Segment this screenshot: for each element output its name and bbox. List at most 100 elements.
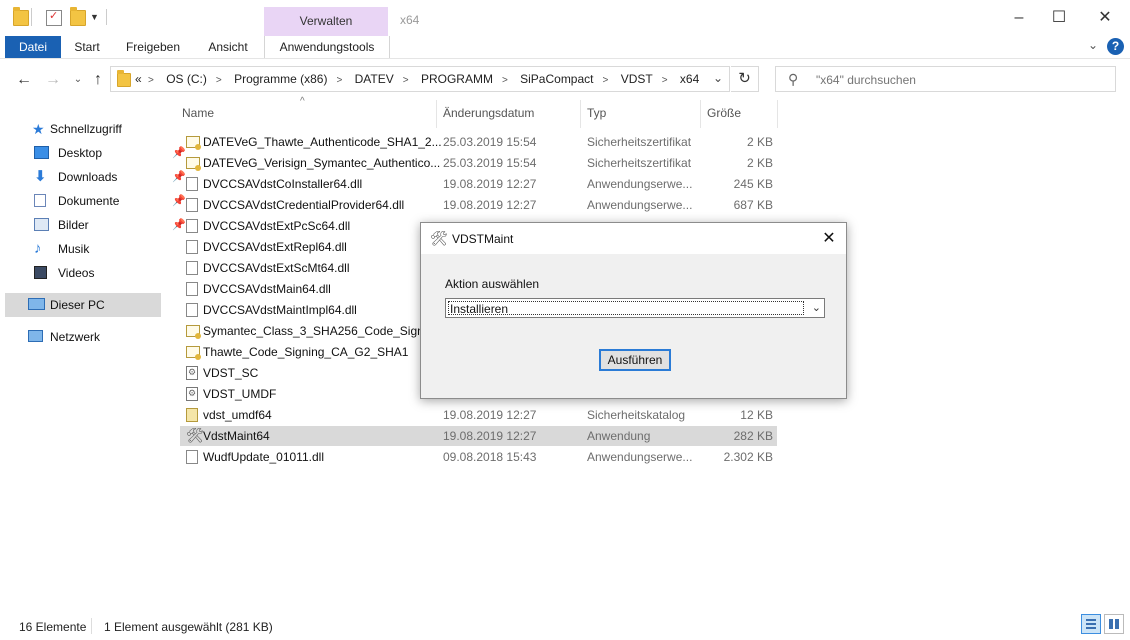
file-name: DVCCSAVdstMain64.dll xyxy=(203,282,331,296)
run-button[interactable]: Ausführen xyxy=(599,349,671,371)
breadcrumb-sipacompact[interactable]: SiPaCompact xyxy=(520,72,593,86)
search-box[interactable]: ⚲ xyxy=(775,66,1116,92)
file-type: Sicherheitskatalog xyxy=(587,408,686,422)
breadcrumb-programme[interactable]: Programme (x86) xyxy=(234,72,327,86)
file-name: VDST_UMDF xyxy=(203,387,277,401)
breadcrumb-programm[interactable]: PROGRAMM xyxy=(421,72,493,86)
breadcrumb: « > OS (C:) > Programme (x86) > DATEV > PRO… xyxy=(135,72,700,86)
column-divider[interactable] xyxy=(777,100,778,128)
file-name: vdst_umdf64 xyxy=(203,408,272,422)
up-arrow-icon[interactable]: ↑ xyxy=(88,70,108,90)
new-folder-icon[interactable] xyxy=(70,7,86,26)
column-header-name[interactable]: Name xyxy=(182,106,214,120)
dll-file-icon xyxy=(186,282,198,296)
refresh-button[interactable]: ↻ xyxy=(731,66,759,92)
breadcrumb-vdst[interactable]: VDST xyxy=(621,72,653,86)
dll-file-icon xyxy=(186,303,198,317)
search-icon: ⚲ xyxy=(788,71,799,87)
tab-ansicht[interactable]: Ansicht xyxy=(200,36,256,58)
file-type: Sicherheitszertifikat xyxy=(587,156,692,170)
chevron-down-icon[interactable]: ⌄ xyxy=(713,71,723,85)
desktop-icon xyxy=(34,146,49,159)
file-date: 19.08.2019 12:27 xyxy=(443,429,537,443)
column-header-size[interactable]: Größe xyxy=(707,106,741,120)
chevron-down-icon[interactable]: ⌄ xyxy=(1088,38,1098,52)
file-type: Anwendungserwe... xyxy=(587,177,693,191)
file-row[interactable]: 🛠 VdstMaint64 19.08.2019 12:27 Anwendung 282… xyxy=(180,426,777,446)
file-name: DVCCSAVdstExtScMt64.dll xyxy=(203,261,350,275)
breadcrumb-x64[interactable]: x64 xyxy=(680,72,699,86)
column-divider[interactable] xyxy=(700,100,701,128)
window-title: x64 xyxy=(400,13,420,27)
file-type: Anwendungserwe... xyxy=(587,450,693,464)
file-row[interactable]: DVCCSAVdstCredentialProvider64.dll 19.08.… xyxy=(180,195,777,215)
column-divider[interactable] xyxy=(580,100,581,128)
search-input[interactable] xyxy=(814,70,1108,90)
file-date: 19.08.2019 12:27 xyxy=(443,198,537,212)
file-size: 2 KB xyxy=(746,156,773,170)
file-size: 2.302 KB xyxy=(723,450,773,464)
computer-icon xyxy=(28,298,45,310)
setup-info-icon xyxy=(186,366,198,380)
dialog-close-button[interactable]: ✕ xyxy=(812,223,846,254)
close-button[interactable]: ✕ xyxy=(1082,0,1128,36)
breadcrumb-datev[interactable]: DATEV xyxy=(355,72,394,86)
dialog-title-bar: 🛠 VDSTMaint ✕ xyxy=(421,223,846,254)
file-row[interactable]: DVCCSAVdstCoInstaller64.dll 19.08.2019 12… xyxy=(180,174,777,194)
column-header-type[interactable]: Typ xyxy=(587,106,606,120)
large-icons-view-icon xyxy=(1109,619,1119,629)
file-name: DVCCSAVdstCoInstaller64.dll xyxy=(203,177,363,191)
file-date: 19.08.2019 12:27 xyxy=(443,177,537,191)
setup-info-icon xyxy=(186,387,198,401)
dll-file-icon xyxy=(186,219,198,233)
tab-anwendungstools[interactable]: Anwendungstools xyxy=(264,36,390,58)
file-name: DATEVeG_Verisign_Symantec_Authentico... xyxy=(203,156,441,170)
tab-freigeben[interactable]: Freigeben xyxy=(120,36,186,58)
dll-file-icon xyxy=(186,261,198,275)
certificate-icon xyxy=(186,157,201,171)
help-icon[interactable]: ? xyxy=(1107,38,1124,55)
file-type: Anwendung xyxy=(587,429,651,443)
recent-chevron-icon[interactable]: ⌄ xyxy=(68,70,88,90)
contextual-tab-group: Verwalten xyxy=(264,7,388,36)
file-row[interactable]: DATEVeG_Thawte_Authenticode_SHA1_2... 25.… xyxy=(180,132,777,152)
folder-icon xyxy=(117,70,131,87)
file-row[interactable]: vdst_umdf64 19.08.2019 12:27 Sicherheitska… xyxy=(180,405,777,425)
chevron-down-icon[interactable]: ⌄ xyxy=(812,301,821,314)
action-label: Aktion auswählen xyxy=(445,277,540,291)
title-bar: ✓ ▼ Verwalten x64 – ☐ ✕ xyxy=(0,0,1130,36)
sort-arrow-icon: ^ xyxy=(300,96,305,107)
breadcrumb-overflow[interactable]: « xyxy=(135,72,142,86)
breadcrumb-os[interactable]: OS (C:) xyxy=(166,72,207,86)
catalog-icon xyxy=(186,408,198,422)
forward-arrow-icon[interactable]: → xyxy=(43,70,63,90)
action-select[interactable]: Installieren ⌄ xyxy=(445,298,825,318)
address-bar[interactable]: « > OS (C:) > Programme (x86) > DATEV > PRO… xyxy=(110,66,730,92)
separator xyxy=(91,618,92,634)
large-icons-view-button[interactable] xyxy=(1104,614,1124,634)
status-bar: 16 Elemente 1 Element ausgewählt (281 KB… xyxy=(0,612,1130,640)
file-name: VDST_SC xyxy=(203,366,259,380)
column-divider[interactable] xyxy=(436,100,437,128)
file-name: Thawte_Code_Signing_CA_G2_SHA1 xyxy=(203,345,409,359)
tab-start[interactable]: Start xyxy=(66,36,108,58)
status-selection: 1 Element ausgewählt (281 KB) xyxy=(104,620,273,634)
dll-file-icon xyxy=(186,450,198,464)
dialog-title: VDSTMaint xyxy=(452,232,514,246)
file-name: DVCCSAVdstMaintImpl64.dll xyxy=(203,303,357,317)
column-header-date[interactable]: Änderungsdatum xyxy=(443,106,534,120)
file-row[interactable]: DATEVeG_Verisign_Symantec_Authentico... 2… xyxy=(180,153,777,173)
maximize-button[interactable]: ☐ xyxy=(1036,0,1082,36)
file-size: 12 KB xyxy=(740,408,773,422)
application-icon: 🛠 xyxy=(186,427,204,443)
dll-file-icon xyxy=(186,177,198,191)
chevron-down-icon[interactable]: ▼ xyxy=(90,12,99,22)
star-icon: ★ xyxy=(32,121,45,137)
separator xyxy=(31,8,32,26)
file-row[interactable]: WudfUpdate_01011.dll 09.08.2018 15:43 Anwe… xyxy=(180,447,777,467)
details-view-icon xyxy=(1086,619,1096,629)
tab-datei[interactable]: Datei xyxy=(5,36,61,58)
back-arrow-icon[interactable]: ← xyxy=(14,70,34,90)
properties-icon[interactable]: ✓ xyxy=(46,10,62,26)
details-view-button[interactable] xyxy=(1081,614,1101,634)
